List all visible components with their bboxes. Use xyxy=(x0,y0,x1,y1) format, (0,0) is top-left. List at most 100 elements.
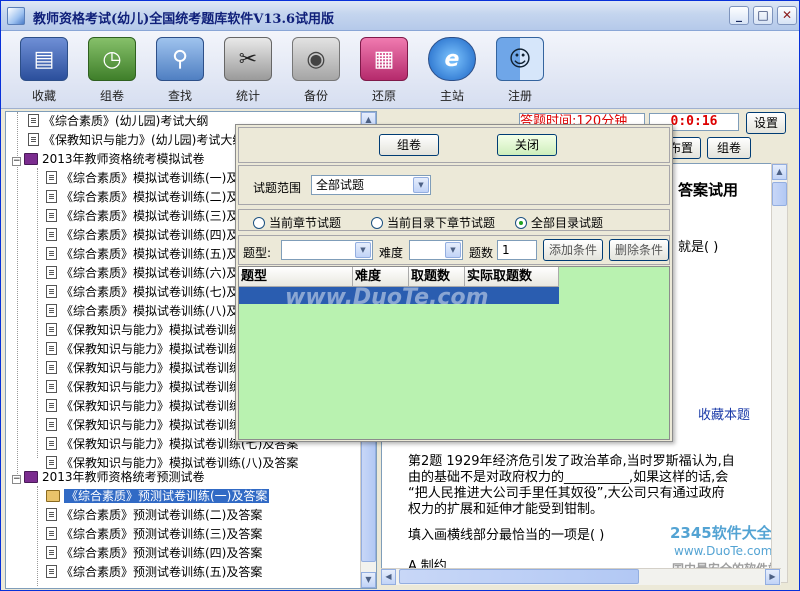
condition-grid[interactable]: 题型 难度 取题数 实际取题数 www.DuoTe.com xyxy=(238,266,670,440)
column-header[interactable]: 取题数 xyxy=(409,267,465,287)
document-icon xyxy=(46,380,57,393)
radio-label: 当前章节试题 xyxy=(269,216,342,230)
scroll-up-icon[interactable]: ▲ xyxy=(772,164,787,180)
type-label: 题型: xyxy=(243,246,272,260)
minimize-button[interactable]: _ xyxy=(729,6,749,25)
range-label: 试题范围 xyxy=(253,181,302,195)
column-header[interactable]: 题型 xyxy=(239,267,353,287)
toolbar-label: 注册 xyxy=(507,89,532,103)
range-select[interactable]: 全部试题 ▼ xyxy=(311,175,431,195)
scroll-left-icon[interactable]: ◀ xyxy=(381,569,396,585)
tree-folder[interactable]: − 2013年教师资格统考预测试卷 xyxy=(12,468,205,486)
tree-item-label: 《综合素质》预测试卷训练(四)及答案 xyxy=(61,546,263,560)
document-icon xyxy=(46,266,57,279)
tree-item[interactable]: 《综合素质》模拟试卷训练(七)及答案 xyxy=(46,283,262,301)
tree-item[interactable]: 《综合素质》预测试卷训练(四)及答案 xyxy=(46,544,262,562)
tree-item-label: 《综合素质》模拟试卷训练(六)及答案 xyxy=(61,266,263,280)
tree-item[interactable]: 《综合素质》模拟试卷训练(四)及答案 xyxy=(46,226,262,244)
document-icon xyxy=(46,209,57,222)
radio-current-dir[interactable]: 当前目录下章节试题 xyxy=(371,214,495,231)
grid-header: 题型 难度 取题数 实际取题数 xyxy=(239,267,559,287)
document-icon xyxy=(46,565,57,578)
column-header[interactable]: 实际取题数 xyxy=(465,267,559,287)
tree-item[interactable]: 《综合素质》模拟试卷训练(六)及答案 xyxy=(46,264,262,282)
toolbar-label: 备份 xyxy=(303,89,328,103)
document-icon xyxy=(46,399,57,412)
toolbar-search-button[interactable]: ⚲ 查找 xyxy=(147,35,213,107)
collapse-icon[interactable]: − xyxy=(12,475,21,484)
tree-guide-line xyxy=(37,168,38,458)
add-condition-button[interactable]: 添加条件 xyxy=(543,239,603,261)
collect-question-link[interactable]: 收藏本题 xyxy=(698,408,750,424)
tree-item-label: 《综合素质》模拟试卷训练(七)及答案 xyxy=(61,285,263,299)
tree-item-selected[interactable]: 《综合素质》预测试卷训练(一)及答案 xyxy=(46,487,270,505)
tree-item[interactable]: 《综合素质》模拟试卷训练(八)及答案 xyxy=(46,302,262,320)
chevron-down-icon[interactable]: ▼ xyxy=(413,177,429,193)
toolbar-label: 查找 xyxy=(167,89,192,103)
tree-item[interactable]: 《综合素质》预测试卷训练(二)及答案 xyxy=(46,506,262,524)
scissors-icon: ✂ xyxy=(224,37,272,81)
tree-item[interactable]: 《综合素质》模拟试卷训练(五)及答案 xyxy=(46,245,262,263)
book-stack-icon: ▤ xyxy=(20,37,68,81)
radio-label: 当前目录下章节试题 xyxy=(387,216,496,230)
tree-item[interactable]: 《综合素质》模拟试卷训练(二)及答案 xyxy=(46,188,262,206)
tree-item[interactable]: 《保教知识与能力》(幼儿园)考试大纲 xyxy=(28,131,244,149)
delete-condition-button[interactable]: 删除条件 xyxy=(609,239,669,261)
tree-item-label: 《综合素质》模拟试卷训练(八)及答案 xyxy=(61,304,263,318)
scroll-thumb[interactable] xyxy=(399,569,639,584)
toolbar-backup-button[interactable]: ◉ 备份 xyxy=(283,35,349,107)
toolbar-favorites-button[interactable]: ▤ 收藏 xyxy=(11,35,77,107)
tree-item[interactable]: 《综合素质》模拟试卷训练(三)及答案 xyxy=(46,207,262,225)
question-2-line: “把人民推进大公司手里任其奴役”,大公司只有通过政府 xyxy=(408,486,725,501)
scroll-down-icon[interactable]: ▼ xyxy=(361,572,376,588)
tree-item[interactable]: 《综合素质》预测试卷训练(五)及答案 xyxy=(46,563,262,581)
toolbar-stats-button[interactable]: ✂ 统计 xyxy=(215,35,281,107)
tree-item[interactable]: 《综合素质》(幼儿园)考试大纲 xyxy=(28,112,208,130)
dialog-compose-button[interactable]: 组卷 xyxy=(379,134,439,156)
toolbar-register-button[interactable]: ☺ 注册 xyxy=(487,35,553,107)
close-button[interactable]: ✕ xyxy=(777,6,797,25)
tree-item-label: 《综合素质》(幼儿园)考试大纲 xyxy=(43,114,209,128)
condition-panel: 题型: ▼ 难度 ▼ 题数 1 添加条件 删除条件 xyxy=(238,235,670,265)
site-watermark: www.DuoTe.com xyxy=(674,544,773,558)
document-icon xyxy=(46,171,57,184)
title-bar[interactable]: 教师资格考试(幼儿)全国统考题库软件V13.6试用版 _ □ ✕ xyxy=(1,1,799,31)
scroll-thumb[interactable] xyxy=(772,182,787,206)
question-scrollbar[interactable]: ▲ xyxy=(771,163,788,583)
document-icon xyxy=(46,228,57,241)
chevron-down-icon[interactable]: ▼ xyxy=(355,242,371,258)
books-icon: ▦ xyxy=(360,37,408,81)
document-icon xyxy=(46,437,57,450)
radio-label: 全部目录试题 xyxy=(531,216,604,230)
tree-item[interactable]: 《综合素质》模拟试卷训练(一)及答案 xyxy=(46,169,262,187)
chevron-down-icon[interactable]: ▼ xyxy=(445,242,461,258)
tree-item-label: 《综合素质》预测试卷训练(二)及答案 xyxy=(61,508,263,522)
question-hscrollbar[interactable]: ◀ ▶ xyxy=(381,568,781,585)
maximize-button[interactable]: □ xyxy=(753,6,773,25)
question-fragment: 就是( ) xyxy=(678,240,719,255)
compose-button[interactable]: 组卷 xyxy=(707,137,751,159)
type-select[interactable]: ▼ xyxy=(281,240,373,260)
document-icon xyxy=(46,361,57,374)
document-icon xyxy=(46,247,57,260)
radio-all-dirs[interactable]: 全部目录试题 xyxy=(515,214,603,231)
toolbar-homepage-button[interactable]: e 主站 xyxy=(419,35,485,107)
radio-checked-icon xyxy=(515,217,527,229)
difficulty-select[interactable]: ▼ xyxy=(409,240,463,260)
tree-folder[interactable]: − 2013年教师资格统考模拟试卷 xyxy=(12,150,205,168)
document-icon xyxy=(28,133,39,146)
column-header[interactable]: 难度 xyxy=(353,267,409,287)
magnifier-icon: ⚲ xyxy=(156,37,204,81)
toolbar-restore-button[interactable]: ▦ 还原 xyxy=(351,35,417,107)
toolbar-compose-button[interactable]: ◷ 组卷 xyxy=(79,35,145,107)
settings-button[interactable]: 设置 xyxy=(746,112,786,134)
scroll-right-icon[interactable]: ▶ xyxy=(765,569,780,585)
radio-current-chapter[interactable]: 当前章节试题 xyxy=(253,214,341,231)
tree-item-label: 《综合素质》预测试卷训练(一)及答案 xyxy=(64,489,270,503)
collapse-icon[interactable]: − xyxy=(12,157,21,166)
dialog-close-button[interactable]: 关闭 xyxy=(497,134,557,156)
count-input[interactable]: 1 xyxy=(497,240,537,260)
tree-item[interactable]: 《综合素质》预测试卷训练(三)及答案 xyxy=(46,525,262,543)
question-2-line: 由的基础不是对政府权力的__________,如果这样的话,会 xyxy=(408,470,729,485)
compose-dialog: 组卷 关闭 试题范围 全部试题 ▼ 当前章节试题 当前目录下章节试题 全部目录试… xyxy=(235,124,673,442)
